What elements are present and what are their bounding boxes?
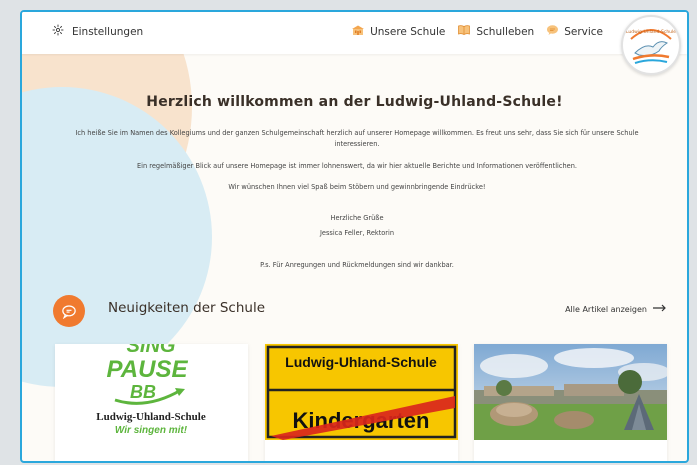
- postscript: P.s. Für Anregungen und Rückmeldungen si…: [260, 261, 454, 269]
- all-articles-label: Alle Artikel anzeigen: [565, 304, 647, 314]
- news-card-singpause[interactable]: SING PAUSE BB Ludwig-Uhland-Schule Wir s…: [55, 344, 248, 461]
- nav-item-service[interactable]: Service: [546, 24, 603, 39]
- school-logo-graphic: Ludwig-Uhland-Schule: [626, 29, 676, 64]
- nav-label: Schulleben: [476, 25, 535, 38]
- welcome-title: Herzlich willkommen an der Ludwig-Uhland…: [146, 94, 563, 110]
- news-card-kindergarten[interactable]: Ludwig-Uhland-Schule Kindergarten: [265, 344, 458, 461]
- main-nav: Unsere Schule Schulleben Service: [351, 24, 603, 39]
- singpause-image: SING PAUSE BB Ludwig-Uhland-Schule Wir s…: [55, 344, 248, 440]
- nav-label: Service: [564, 25, 603, 38]
- schoolyard-photo: [474, 344, 667, 440]
- welcome-paragraph-2: Ein regelmäßiger Blick auf unsere Homepa…: [136, 162, 577, 170]
- nav-item-schulleben[interactable]: Schulleben: [457, 24, 534, 39]
- settings-label: Einstellungen: [72, 25, 144, 38]
- singpause-school-text: Ludwig-Uhland-Schule: [96, 411, 206, 423]
- nav-label: Unsere Schule: [370, 25, 446, 38]
- welcome-paragraph-1: Ich heiße Sie im Namen des Kollegiums un…: [75, 129, 639, 148]
- arrow-right-icon: [653, 304, 667, 314]
- signature: Jessica Feller, Rektorin: [319, 229, 395, 237]
- sign-top-text: Ludwig-Uhland-Schule: [285, 354, 437, 370]
- welcome-paragraph-3: Wir wünschen Ihnen viel Spaß beim Stöber…: [228, 183, 486, 191]
- singpause-main-text: PAUSE: [107, 356, 189, 383]
- kindergarten-sign-image: Ludwig-Uhland-Schule Kindergarten: [265, 344, 458, 440]
- book-icon: [457, 24, 471, 39]
- singpause-sub-text: BB: [130, 382, 156, 402]
- greeting: Herzliche Grüße: [330, 214, 384, 222]
- chat-icon: [546, 24, 559, 39]
- school-logo[interactable]: Ludwig-Uhland-Schule: [621, 15, 681, 75]
- singpause-motto-text: Wir singen mit!: [115, 425, 188, 436]
- nav-item-unsere-schule[interactable]: Unsere Schule: [351, 24, 445, 39]
- svg-text:Ludwig-Uhland-Schule: Ludwig-Uhland-Schule: [626, 29, 676, 35]
- news-card-schoolyard[interactable]: [474, 344, 667, 461]
- site-header: Einstellungen Unsere Schule Schulleben S…: [22, 12, 687, 54]
- gear-icon: [52, 24, 64, 39]
- all-articles-link[interactable]: Alle Artikel anzeigen: [565, 304, 667, 314]
- news-section-title: Neuigkeiten der Schule: [108, 300, 265, 316]
- news-chat-icon[interactable]: [53, 295, 85, 327]
- school-icon: [351, 24, 365, 39]
- browser-frame: Einstellungen Unsere Schule Schulleben S…: [20, 10, 689, 463]
- settings-button[interactable]: Einstellungen: [52, 24, 143, 39]
